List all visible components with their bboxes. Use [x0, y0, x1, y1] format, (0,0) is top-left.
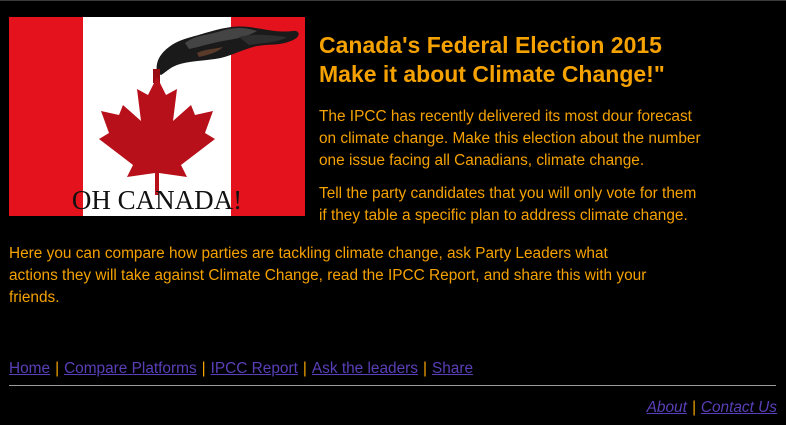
intro-line: on climate change. Make this election ab…	[319, 130, 701, 147]
nav-link-share[interactable]: Share	[432, 360, 473, 377]
nav-link-home[interactable]: Home	[9, 360, 50, 377]
nav-separator: |	[201, 360, 206, 377]
flag-caption: OH CANADA!	[72, 185, 242, 215]
nav-separator: |	[422, 360, 427, 377]
footer-link-about[interactable]: About	[647, 399, 687, 416]
footer-divider	[9, 385, 776, 386]
compare-line: Here you can compare how parties are tac…	[9, 245, 608, 262]
nav-separator: |	[55, 360, 60, 377]
footer-links: About | Contact Us	[647, 397, 777, 419]
compare-paragraph: Here you can compare how parties are tac…	[9, 243, 646, 309]
compare-line: friends.	[9, 289, 60, 306]
intro-line: one issue facing all Canadians, climate …	[319, 152, 645, 169]
nav-link-compare-platforms[interactable]: Compare Platforms	[64, 360, 197, 377]
page-title: Canada's Federal Election 2015 Make it a…	[319, 31, 779, 89]
nav-separator: |	[302, 360, 307, 377]
vote-line: Tell the party candidates that you will …	[319, 185, 697, 202]
nav-link-ask-the-leaders[interactable]: Ask the leaders	[312, 360, 418, 377]
footer-separator: |	[691, 399, 696, 416]
compare-line: actions they will take against Climate C…	[9, 267, 647, 284]
top-border	[0, 0, 786, 1]
footer-link-contact-us[interactable]: Contact Us	[701, 399, 777, 416]
oh-canada-flag-image: OH CANADA!	[9, 17, 305, 216]
vote-line: if they table a specific plan to address…	[319, 207, 688, 224]
nav-link-ipcc-report[interactable]: IPCC Report	[211, 360, 298, 377]
vote-paragraph: Tell the party candidates that you will …	[319, 183, 696, 227]
page-title-line: Make it about Climate Change!"	[319, 61, 665, 87]
main-navigation: Home | Compare Platforms | IPCC Report | Ask t…	[9, 358, 473, 380]
intro-line: The IPCC has recently delivered its most…	[319, 108, 692, 125]
page-title-line: Canada's Federal Election 2015	[319, 32, 662, 58]
intro-paragraph: The IPCC has recently delivered its most…	[319, 106, 701, 172]
flag-illustration: OH CANADA!	[9, 17, 305, 216]
